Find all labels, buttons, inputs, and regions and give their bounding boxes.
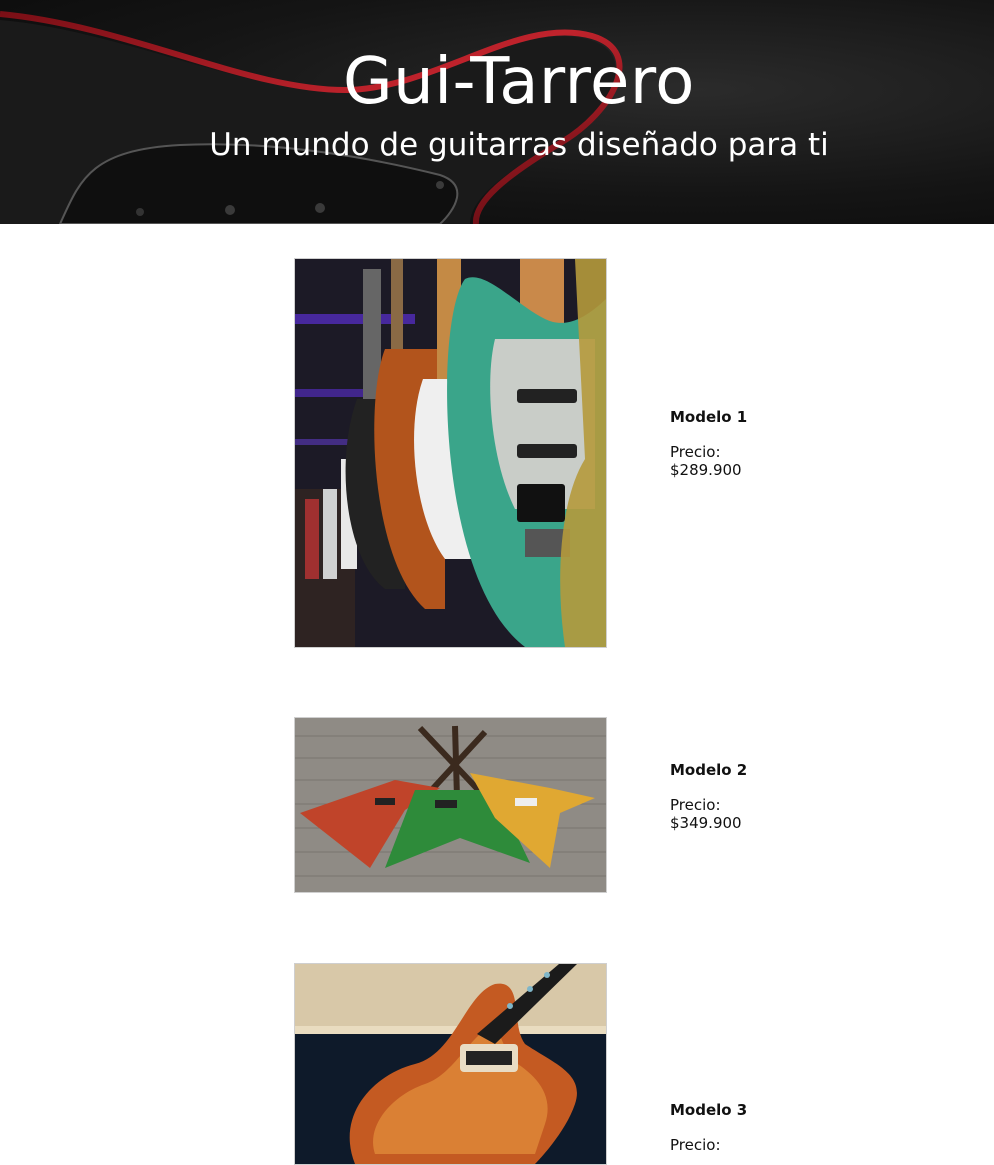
product-3-price: Precio: [670, 1136, 750, 1154]
hero-banner: Gui-Tarrero Un mundo de guitarras diseña… [0, 0, 994, 224]
product-2-image[interactable] [294, 717, 607, 893]
product-3-price-label: Precio: [670, 1136, 721, 1154]
product-3-image[interactable] [294, 963, 607, 1165]
product-2-price: Precio: $349.900 [670, 796, 750, 832]
product-1-price-value: $289.900 [670, 461, 742, 479]
site-title: Gui-Tarrero [343, 45, 695, 119]
product-card-1: Modelo 1 Precio: $289.900 [0, 258, 994, 648]
product-card-3: Modelo 3 Precio: [0, 963, 994, 1165]
product-1-info: Modelo 1 Precio: $289.900 [670, 408, 750, 479]
product-card-2: Modelo 2 Precio: $349.900 [0, 717, 994, 893]
product-2-info: Modelo 2 Precio: $349.900 [670, 761, 750, 832]
product-2-price-value: $349.900 [670, 814, 742, 832]
product-1-image[interactable] [294, 258, 607, 648]
product-3-name: Modelo 3 [670, 1101, 748, 1119]
product-2-name: Modelo 2 [670, 761, 748, 779]
product-1-name: Modelo 1 [670, 408, 748, 426]
product-2-price-label: Precio: [670, 796, 721, 814]
product-1-price-label: Precio: [670, 443, 721, 461]
product-3-info: Modelo 3 Precio: [670, 1101, 750, 1154]
site-tagline: Un mundo de guitarras diseñado para ti [209, 127, 829, 163]
product-1-price: Precio: $289.900 [670, 443, 750, 479]
